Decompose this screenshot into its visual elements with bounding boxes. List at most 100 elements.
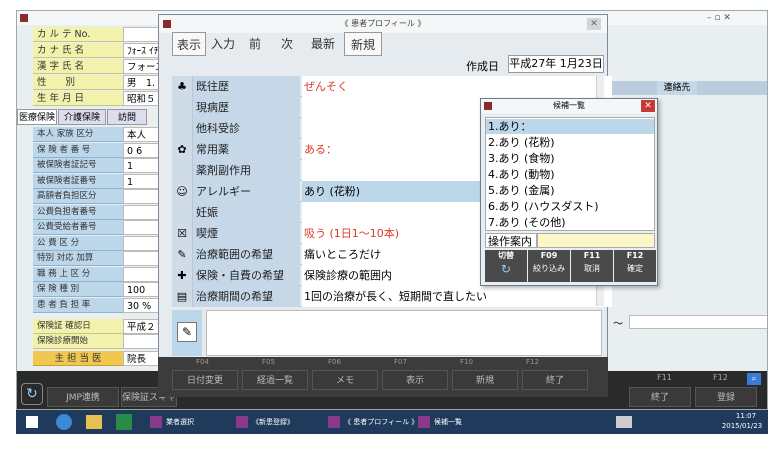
profile-fkey-5: F12 xyxy=(526,358,539,366)
memo-area[interactable] xyxy=(206,310,602,356)
insurance-label: 公費負担者番号 xyxy=(33,204,123,220)
toolbar-button-5[interactable]: 新規 xyxy=(344,32,382,56)
candidate-item[interactable]: 3.あり (食物) xyxy=(486,151,654,166)
tab-medical-insurance[interactable]: 医療保険 xyxy=(17,109,57,125)
candidate-item[interactable]: 7.あり (その他) xyxy=(486,215,654,230)
profile-row-label: 常用薬 xyxy=(193,139,300,160)
app-green-icon[interactable] xyxy=(116,414,132,430)
start-icon[interactable] xyxy=(26,416,38,428)
guide-field xyxy=(537,233,655,248)
created-date[interactable]: 平成27年 1月23日 xyxy=(508,55,604,73)
browser-icon[interactable] xyxy=(56,414,72,430)
candidate-item[interactable]: 2.あり (花粉) xyxy=(486,135,654,150)
profile-row-label: 保険・自費の希望 xyxy=(193,265,300,286)
candidate-fkey-3[interactable]: F12 確定 xyxy=(614,250,656,282)
profile-button-4[interactable]: 新規 xyxy=(452,370,518,390)
search-icon[interactable]: ⌕ xyxy=(747,373,761,385)
patient-label: カ ル テ No. xyxy=(33,27,123,42)
taskbar: 業者選択 《新患登録》 《 患者プロフィール 》 候補一覧 11:07 2015… xyxy=(16,410,768,434)
profile-close-icon[interactable]: ✕ xyxy=(587,18,601,30)
patient-label: 漢 字 氏 名 xyxy=(33,59,123,74)
insurance-label: 患 者 負 担 率 xyxy=(33,297,123,313)
toolbar-button-4[interactable]: 最新 xyxy=(304,32,342,56)
profile-row-label: 現病歴 xyxy=(193,97,300,118)
row-icon: ✿ xyxy=(172,139,193,160)
main-fkey-f11: F11 xyxy=(657,373,672,382)
insurance-label: 被保険者証記号 xyxy=(33,158,123,173)
fkey-code: F09 xyxy=(540,251,558,260)
candidate-dialog: 候補一覧 ✕ 1.あり： 2.あり (花粉) 3.あり (食物) 4.あり (動物) 5… xyxy=(480,98,658,286)
candidate-item[interactable]: 4.あり (動物) xyxy=(486,167,654,182)
profile-row-label: 妊娠 xyxy=(193,202,300,223)
task-business-select[interactable]: 業者選択 xyxy=(148,412,218,432)
fkey-label: 取消 xyxy=(584,264,600,273)
keyboard-icon[interactable] xyxy=(616,416,632,428)
profile-row-label: 治療期間の希望 xyxy=(193,286,300,307)
candidate-fkey-0[interactable]: 切替 ↻ xyxy=(485,250,527,282)
candidate-app-icon xyxy=(484,102,492,110)
row-icon: ▤ xyxy=(172,286,193,307)
insurance-label: 保 険 者 番 号 xyxy=(33,142,123,158)
tab-care-insurance[interactable]: 介護保険 xyxy=(58,109,106,125)
profile-button-5[interactable]: 終了 xyxy=(522,370,588,390)
task-new-patient[interactable]: 《新患登録》 xyxy=(234,412,314,432)
contact-label: 連絡先 xyxy=(657,81,697,95)
toolbar-button-2[interactable]: 前 xyxy=(240,32,270,56)
main-exit-button[interactable]: 終了 xyxy=(629,387,691,407)
fkey-code: 切替 xyxy=(498,251,514,260)
fkey-code: F12 xyxy=(626,251,644,260)
profile-button-1[interactable]: 経過一覧 xyxy=(242,370,308,390)
row-icon: ✎ xyxy=(172,244,193,265)
profile-row-10: ▤ 治療期間の希望 1回の治療が長く、短期間で直したい xyxy=(172,286,612,307)
refresh-icon[interactable]: ↻ xyxy=(21,383,43,405)
candidate-fkey-2[interactable]: F11 取消 xyxy=(571,250,613,282)
toolbar-button-0[interactable]: 表示 xyxy=(172,32,206,56)
created-label: 作成日 xyxy=(466,60,499,73)
insurance-label: 職 務 上 区 分 xyxy=(33,266,123,282)
toolbar-button-3[interactable]: 次 xyxy=(272,32,302,56)
fkey-code: F11 xyxy=(583,251,601,260)
profile-row-label: 治療範囲の希望 xyxy=(193,244,300,265)
note-icon[interactable]: ✎ xyxy=(177,322,197,342)
profile-app-icon xyxy=(163,20,171,28)
task-candidates[interactable]: 候補一覧 xyxy=(416,412,486,432)
fkey-label: 確定 xyxy=(627,264,643,273)
patient-label: 性 別 xyxy=(33,75,123,90)
insurance-label: 保 険 種 別 xyxy=(33,282,123,297)
doctor-label: 主 担 当 医 xyxy=(33,351,123,366)
range-end-field[interactable] xyxy=(629,315,767,329)
profile-row-label: 薬剤副作用 xyxy=(193,160,300,181)
insurance-label: 公費受給者番号 xyxy=(33,220,123,235)
app-icon xyxy=(20,14,28,22)
profile-button-0[interactable]: 日付変更 xyxy=(172,370,238,390)
profile-row-value[interactable]: ぜんそく xyxy=(302,76,612,97)
toolbar-button-1[interactable]: 入力 xyxy=(207,32,239,56)
profile-fkey-2: F06 xyxy=(328,358,341,366)
profile-fkey-1: F05 xyxy=(262,358,275,366)
fkey-label: 絞り込み xyxy=(533,264,565,273)
profile-fkey-4: F10 xyxy=(460,358,473,366)
range-tilde: ～ xyxy=(613,319,623,330)
candidate-item[interactable]: 5.あり (金属) xyxy=(486,183,654,198)
row-icon: ☒ xyxy=(172,223,193,244)
register-button[interactable]: 登録 xyxy=(695,387,757,407)
candidate-close-icon[interactable]: ✕ xyxy=(641,100,655,112)
tab-visit[interactable]: 訪問 xyxy=(107,109,147,125)
candidate-fkey-1[interactable]: F09 絞り込み xyxy=(528,250,570,282)
task-profile[interactable]: 《 患者プロフィール 》 xyxy=(326,412,418,432)
row-icon: ✚ xyxy=(172,265,193,286)
candidate-item[interactable]: 6.あり (ハウスダスト) xyxy=(486,199,654,214)
row-icon: ♣ xyxy=(172,76,193,97)
candidate-title: 候補一覧 xyxy=(481,99,657,113)
profile-button-2[interactable]: メモ xyxy=(312,370,378,390)
row-icon xyxy=(172,97,193,118)
folder-icon[interactable] xyxy=(86,415,102,429)
guide-label: 操作案内 xyxy=(485,233,537,248)
confirm-label: 保険診療開始 xyxy=(33,334,123,349)
window-controls[interactable]: – ▫ ✕ xyxy=(707,11,731,25)
profile-button-3[interactable]: 表示 xyxy=(382,370,448,390)
jmp-button[interactable]: JMP連携 xyxy=(47,387,119,407)
row-icon xyxy=(172,202,193,223)
profile-row-value[interactable]: 1回の治療が長く、短期間で直したい xyxy=(302,286,612,307)
candidate-item[interactable]: 1.あり： xyxy=(486,119,654,134)
